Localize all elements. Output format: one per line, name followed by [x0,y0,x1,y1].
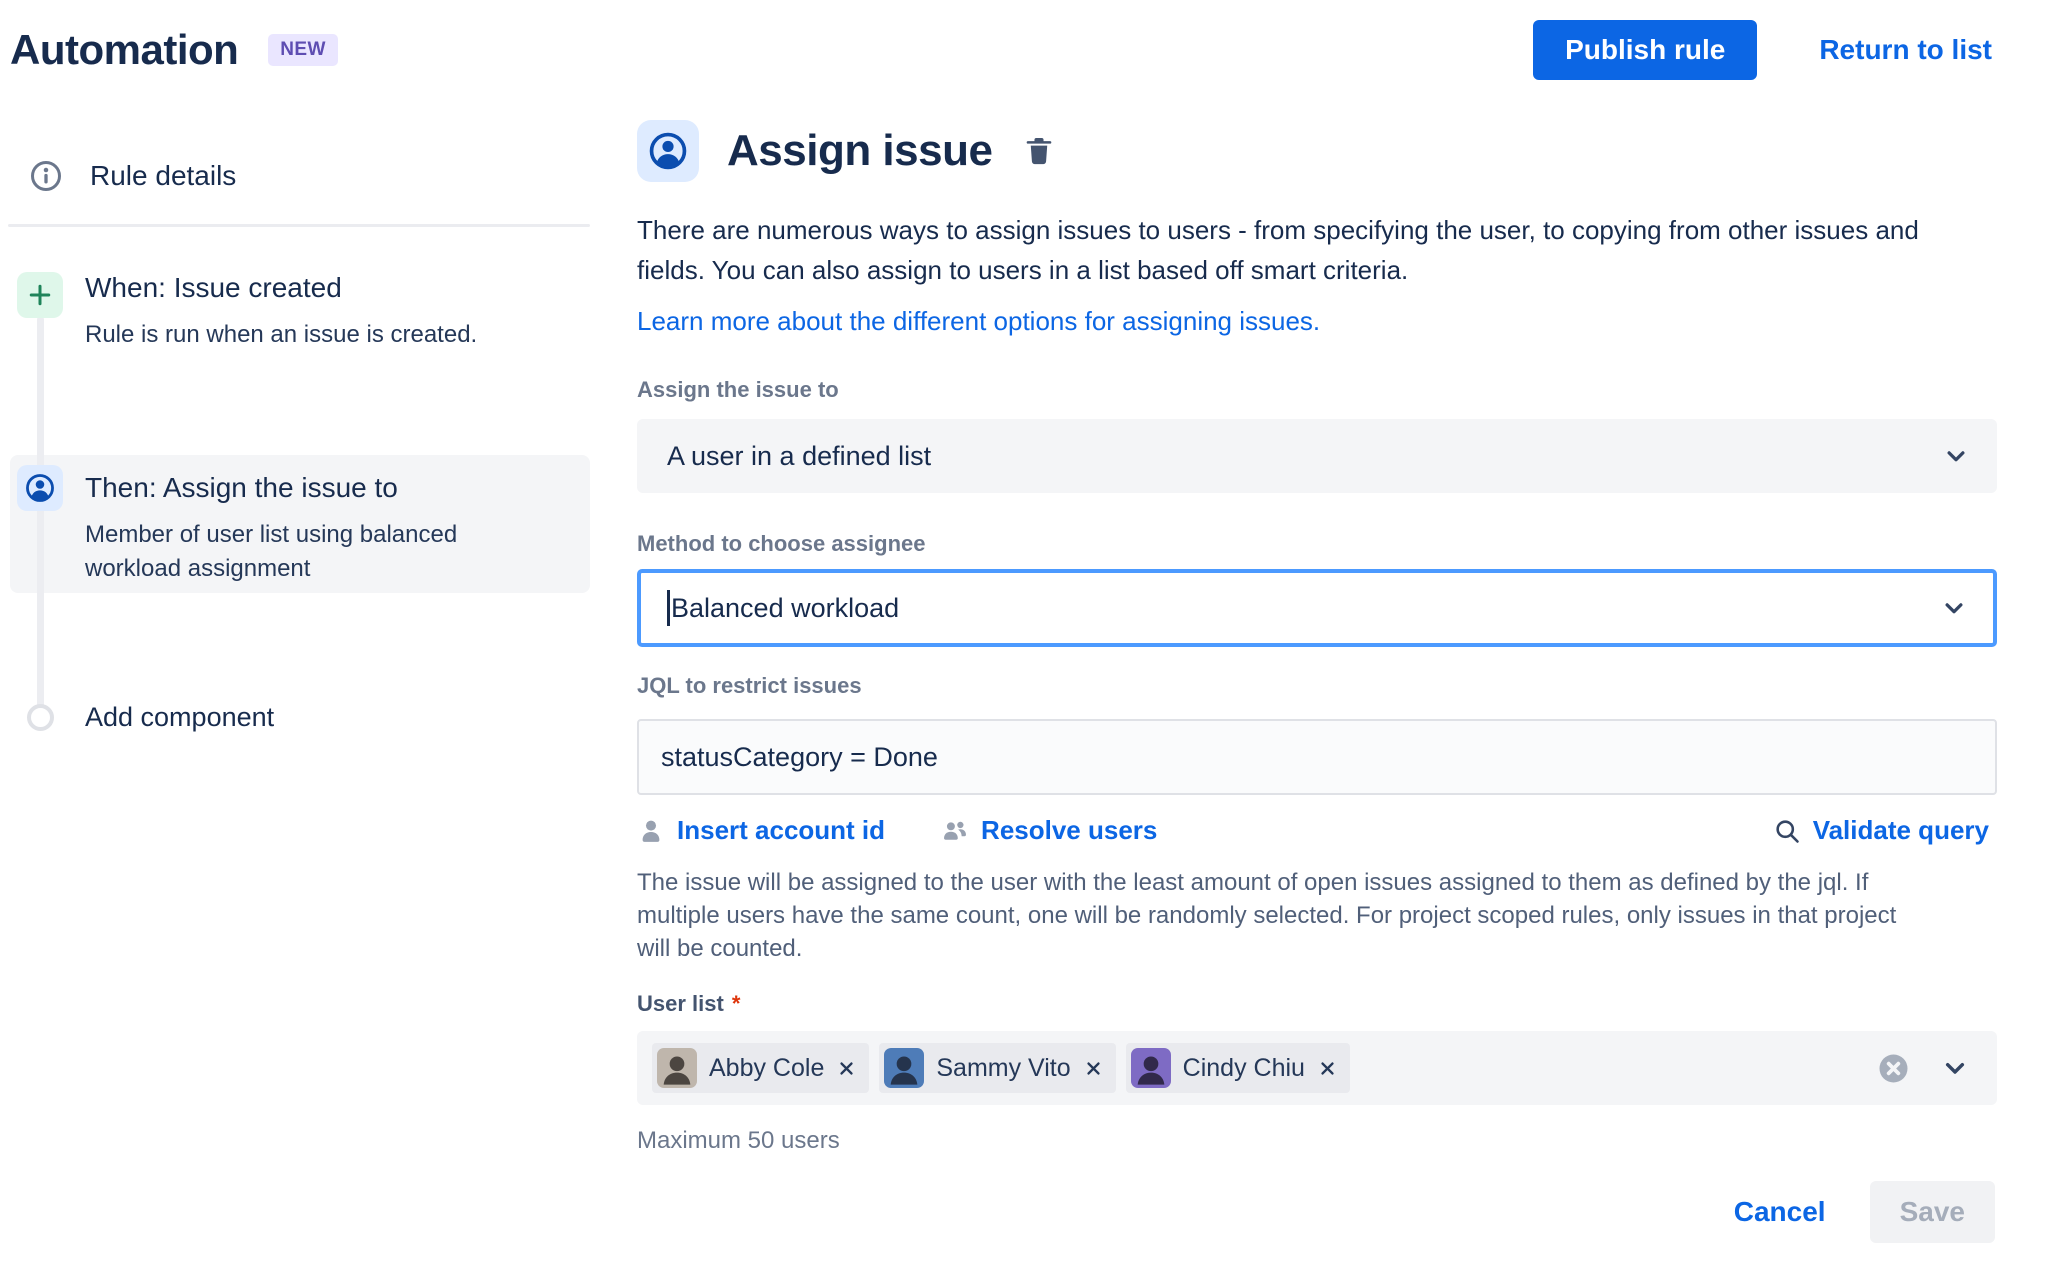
action-description: There are numerous ways to assign issues… [637,215,1919,285]
avatar [1130,1048,1171,1088]
info-icon [28,158,64,194]
top-actions: Publish rule Return to list [1533,20,2012,80]
jql-input[interactable]: statusCategory = Done [637,719,1997,795]
person-icon [642,820,660,842]
cancel-button[interactable]: Cancel [1734,1196,1826,1228]
method-label: Method to choose assignee [637,531,926,556]
clear-all-icon[interactable] [1876,1051,1911,1086]
chevron-down-icon [1941,441,1971,471]
return-to-list-link[interactable]: Return to list [1819,34,1992,66]
user-list-hint: Maximum 50 users [637,1127,840,1154]
action-title: Assign issue [727,126,993,175]
publish-rule-button[interactable]: Publish rule [1533,20,1758,80]
user-chip: Cindy Chiu [1125,1043,1350,1093]
action-header: Assign issue [637,120,1997,182]
user-list-multi-select[interactable]: Abby Cole Sammy Vito Cindy Chiu [637,1031,1997,1105]
resolve-users-link[interactable]: Resolve users [941,815,1157,846]
avatar [884,1048,925,1088]
save-button[interactable]: Save [1869,1181,1995,1243]
timeline-connector [37,316,44,708]
jql-value: statusCategory = Done [661,741,938,772]
rule-steps-sidebar: Rule details When: Issue created Rule is… [0,0,600,1268]
chevron-down-icon[interactable] [1939,1052,1971,1084]
chevron-down-icon [1939,593,1969,623]
trigger-title[interactable]: When: Issue created [85,272,555,304]
action-subtitle: Member of user list using balanced workl… [85,521,458,582]
balanced-workload-help-text: The issue will be assigned to the user w… [637,869,1897,962]
assign-to-value: A user in a defined list [667,440,932,471]
form-footer: Cancel Save [637,1181,1997,1243]
assign-to-select[interactable]: A user in a defined list [637,419,1997,493]
user-avatar-icon [637,120,699,182]
sidebar-divider [8,224,590,227]
validate-query-label: Validate query [1812,815,1989,845]
method-select[interactable]: Balanced workload [637,569,1997,647]
insert-account-id-link[interactable]: Insert account id [637,815,885,846]
required-asterisk: * [731,991,741,1016]
jql-label: JQL to restrict issues [637,673,862,698]
resolve-users-label: Resolve users [981,815,1158,845]
user-chip-name: Sammy Vito [936,1053,1071,1082]
remove-user-icon[interactable] [1317,1058,1338,1079]
sidebar-item-action[interactable]: Then: Assign the issue to Member of user… [85,472,485,586]
method-value: Balanced workload [671,592,900,623]
trigger-subtitle: Rule is run when an issue is created. [85,321,478,348]
user-chip-name: Abby Cole [709,1053,825,1082]
user-list-label: User list [637,991,724,1016]
plus-icon [17,272,63,318]
user-chip: Sammy Vito [879,1043,1116,1093]
assign-to-label: Assign the issue to [637,377,839,402]
learn-more-link[interactable]: Learn more about the different options f… [637,306,1320,337]
add-component-node-icon[interactable] [27,704,54,731]
add-component-button[interactable]: Add component [85,702,274,733]
user-chip: Abby Cole [652,1043,870,1093]
jql-actions-row: Insert account id Resolve users Validate… [637,815,1997,846]
validate-query-link[interactable]: Validate query [1773,815,1989,846]
user-list-label-row: User list * [637,991,1997,1017]
user-chip-name: Cindy Chiu [1182,1053,1305,1082]
text-cursor [667,590,670,626]
rule-details-label: Rule details [90,160,237,191]
avatar [657,1048,697,1088]
trash-icon[interactable] [1022,134,1056,168]
search-icon [1776,819,1799,843]
automation-rule-editor: Automation NEW Publish rule Return to li… [0,0,2052,1268]
insert-account-id-label: Insert account id [677,815,886,845]
user-avatar-icon [17,465,63,511]
action-config-panel: Assign issue There are numerous ways to … [637,120,1997,1243]
sidebar-item-rule-details[interactable]: Rule details [28,158,236,194]
remove-user-icon[interactable] [836,1058,857,1079]
action-title[interactable]: Then: Assign the issue to [85,472,485,504]
people-icon [944,821,967,840]
sidebar-item-trigger[interactable]: When: Issue created Rule is run when an … [85,272,555,352]
remove-user-icon[interactable] [1083,1058,1104,1079]
